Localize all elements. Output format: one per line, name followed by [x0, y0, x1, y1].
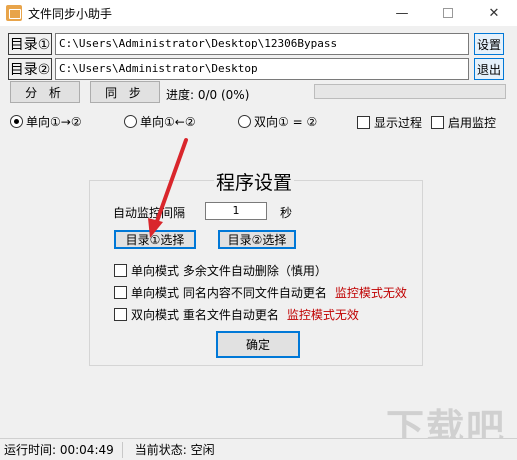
ok-button[interactable]: 确定: [216, 331, 300, 358]
mode-one-way-forward[interactable]: 单向①→②: [10, 113, 82, 130]
maximize-button[interactable]: [425, 0, 471, 26]
checkbox-icon: [114, 264, 127, 277]
minimize-button[interactable]: —: [379, 0, 425, 26]
title-bar: 文件同步小助手 — ✕: [0, 0, 517, 26]
mode-label: 双向① = ②: [254, 115, 318, 129]
rename-different-content-checkbox[interactable]: 单向模式 同名内容不同文件自动更名 监控模式无效: [114, 284, 407, 301]
monitor-warning: 监控模式无效: [286, 308, 359, 322]
dir1-label-button[interactable]: 目录①: [8, 33, 52, 55]
window-title: 文件同步小助手: [28, 6, 113, 21]
checkbox-icon: [114, 286, 127, 299]
checkbox-label: 双向模式 重名文件自动更名: [131, 308, 279, 322]
radio-icon: [238, 115, 251, 128]
select-dir2-button[interactable]: 目录②选择: [218, 230, 296, 249]
checkbox-icon: [114, 308, 127, 321]
mode-one-way-backward[interactable]: 单向①←②: [124, 113, 196, 130]
app-icon: [6, 5, 22, 21]
show-process-checkbox[interactable]: 显示过程: [357, 114, 422, 131]
settings-title: 程序设置: [214, 168, 295, 195]
maximize-icon: [443, 8, 453, 18]
interval-input[interactable]: 1: [205, 202, 267, 220]
status-separator: [121, 441, 123, 458]
checkbox-label: 单向模式 同名内容不同文件自动更名: [131, 286, 327, 300]
current-state-status: 当前状态: 空闲: [134, 443, 215, 457]
checkbox-label: 显示过程: [374, 116, 423, 130]
enable-monitor-checkbox[interactable]: 启用监控: [431, 114, 496, 131]
settings-button[interactable]: 设置: [474, 33, 504, 55]
progress-bar: [314, 84, 506, 99]
mode-two-way[interactable]: 双向① = ②: [238, 113, 317, 130]
monitor-warning: 监控模式无效: [334, 286, 407, 300]
sync-button[interactable]: 同 步: [90, 81, 160, 103]
checkbox-icon: [357, 116, 370, 129]
exit-button[interactable]: 退出: [474, 58, 504, 80]
delete-extra-files-checkbox[interactable]: 单向模式 多余文件自动删除（慎用）: [114, 262, 327, 279]
status-bar: 运行时间: 00:04:49 当前状态: 空闲: [0, 438, 517, 460]
checkbox-label: 单向模式 多余文件自动删除（慎用）: [131, 264, 327, 278]
rename-duplicate-checkbox[interactable]: 双向模式 重名文件自动更名 监控模式无效: [114, 306, 359, 323]
runtime-status: 运行时间: 00:04:49: [4, 443, 114, 457]
checkbox-icon: [431, 116, 444, 129]
checkbox-label: 启用监控: [448, 116, 497, 130]
mode-label: 单向①←②: [140, 115, 196, 129]
close-button[interactable]: ✕: [471, 0, 517, 26]
interval-label: 自动监控间隔: [113, 206, 186, 220]
radio-icon: [124, 115, 137, 128]
analyze-button[interactable]: 分 析: [10, 81, 80, 103]
dir2-path-input[interactable]: C:\Users\Administrator\Desktop: [55, 58, 469, 80]
progress-text: 进度: 0/0 (0%): [166, 88, 250, 102]
interval-unit: 秒: [280, 206, 293, 220]
select-dir1-button[interactable]: 目录①选择: [114, 230, 196, 249]
dir1-path-input[interactable]: C:\Users\Administrator\Desktop\12306Bypa…: [55, 33, 469, 55]
mode-label: 单向①→②: [26, 115, 82, 129]
radio-selected-icon: [10, 115, 23, 128]
dir2-label-button[interactable]: 目录②: [8, 58, 52, 80]
